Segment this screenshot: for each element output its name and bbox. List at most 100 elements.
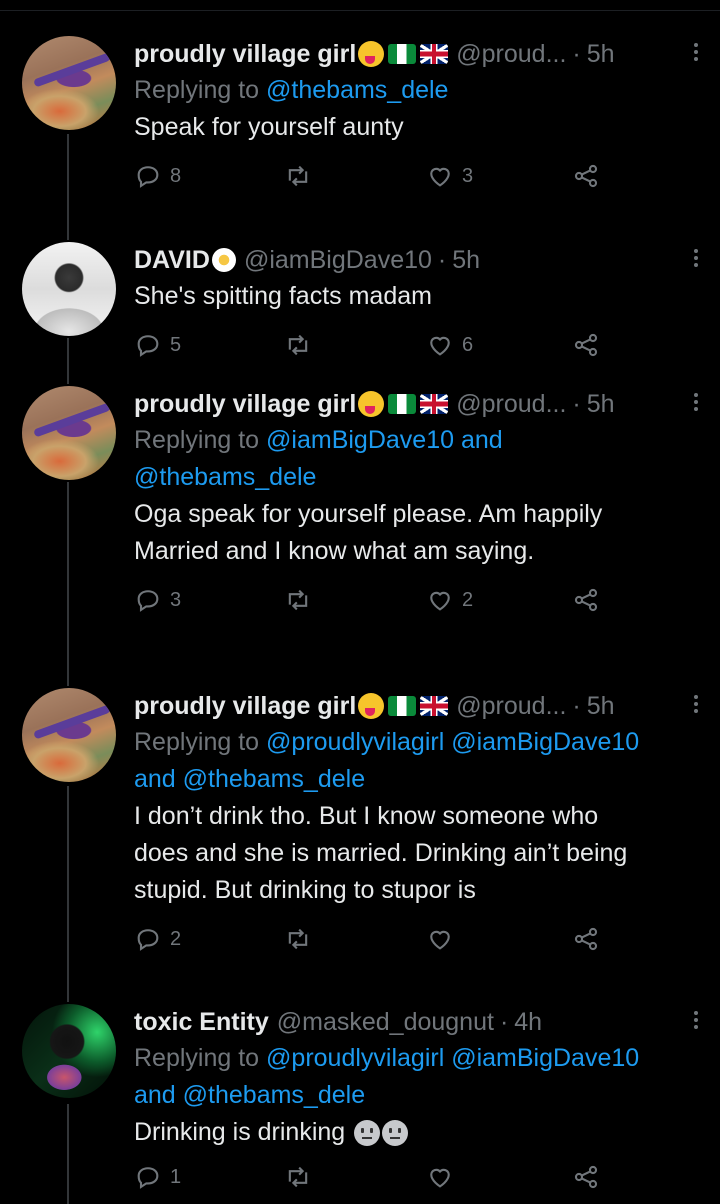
avatar[interactable] — [22, 242, 116, 336]
thread-line — [67, 1104, 69, 1204]
retweet-icon — [288, 589, 308, 611]
reply-button[interactable]: 8 — [134, 162, 181, 190]
nigeria-flag-icon — [388, 394, 417, 414]
display-name[interactable]: DAVID — [134, 242, 210, 278]
tweet-text: Married and I know what am saying. — [134, 537, 535, 565]
share-button[interactable] — [572, 1163, 600, 1191]
action-bar: 2 — [134, 925, 700, 965]
timestamp[interactable]: 5h — [587, 36, 615, 72]
thread-line — [67, 338, 69, 384]
like-count: 6 — [462, 333, 474, 356]
display-name[interactable]: proudly village girl — [134, 386, 356, 422]
thread-line — [67, 786, 69, 1002]
avatar[interactable] — [22, 386, 116, 480]
share-icon — [574, 927, 598, 951]
share-button[interactable] — [572, 586, 600, 614]
display-name[interactable]: proudly village girl — [134, 36, 356, 72]
mention-link[interactable]: and @thebams_dele — [134, 1081, 365, 1109]
mention-link[interactable]: @iamBigDave10 and — [266, 426, 503, 454]
user-handle[interactable]: @proud... — [456, 386, 566, 422]
replying-to: Replying to @iamBigDave10 and — [134, 422, 700, 459]
mention-link[interactable]: @proudlyvilagirl @iamBigDave10 — [266, 1044, 639, 1072]
share-icon — [574, 1165, 598, 1189]
flower-emoji — [211, 248, 236, 272]
like-button[interactable]: 2 — [426, 586, 473, 614]
tweet-text: Drinking is drinking — [134, 1118, 346, 1146]
avatar[interactable] — [22, 1004, 116, 1098]
mention-link[interactable]: @thebams_dele — [266, 76, 448, 104]
mention-link[interactable]: @proudlyvilagirl @iamBigDave10 — [266, 728, 639, 756]
user-handle[interactable]: @proud... — [456, 36, 566, 72]
like-button[interactable]: 6 — [426, 331, 473, 359]
retweet-button[interactable] — [284, 925, 312, 953]
heart-icon — [430, 167, 450, 187]
reply-icon — [137, 1167, 159, 1189]
tweet-text: Oga speak for yourself please. Am happil… — [134, 500, 603, 528]
retweet-button[interactable] — [284, 586, 312, 614]
reply-count: 2 — [170, 927, 182, 950]
more-options-icon[interactable] — [686, 390, 706, 420]
face-with-tongue-emoji — [358, 391, 385, 417]
neutral-face-emoji — [382, 1120, 409, 1147]
more-options-icon[interactable] — [686, 246, 706, 276]
retweet-button[interactable] — [284, 162, 312, 190]
separator-dot: · — [572, 692, 581, 720]
replying-prefix: Replying to — [134, 426, 260, 454]
face-with-tongue-emoji — [358, 693, 385, 719]
like-button[interactable]: 3 — [426, 162, 473, 190]
reply-count: 8 — [170, 164, 182, 187]
reply-icon — [137, 590, 159, 612]
user-handle[interactable]: @proud... — [456, 688, 566, 724]
thread-line — [67, 482, 69, 686]
tweet-text-row: Drinking is drinking — [134, 1114, 700, 1151]
reply-button[interactable]: 3 — [134, 586, 181, 614]
retweet-icon — [288, 1166, 308, 1188]
share-button[interactable] — [572, 331, 600, 359]
tweet-text: stupid. But drinking to stupor is — [134, 876, 476, 904]
user-handle[interactable]: @iamBigDave10 — [244, 242, 432, 278]
user-handle[interactable]: @masked_dougnut — [277, 1004, 494, 1040]
timestamp[interactable]: 5h — [587, 386, 615, 422]
share-icon — [574, 164, 598, 188]
nigeria-flag-icon — [388, 696, 417, 716]
action-bar: 3 2 — [134, 586, 700, 626]
timestamp[interactable]: 5h — [452, 242, 480, 278]
mention-link[interactable]: and @thebams_dele — [134, 765, 365, 793]
more-options-icon[interactable] — [686, 692, 706, 722]
like-button[interactable] — [426, 925, 454, 953]
heart-icon — [430, 591, 450, 611]
replying-prefix: Replying to — [134, 728, 260, 756]
top-divider — [0, 10, 720, 11]
face-with-tongue-emoji — [358, 41, 385, 67]
action-bar: 1 — [134, 1163, 700, 1203]
timestamp[interactable]: 5h — [587, 688, 615, 724]
avatar[interactable] — [22, 36, 116, 130]
reply-button[interactable]: 1 — [134, 1163, 181, 1191]
heart-icon — [430, 1168, 450, 1188]
more-options-icon[interactable] — [686, 40, 706, 70]
replying-to: Replying to @proudlyvilagirl @iamBigDave… — [134, 1040, 700, 1077]
share-icon — [574, 333, 598, 357]
heart-icon — [430, 930, 450, 950]
action-bar: 8 3 — [134, 162, 700, 202]
retweet-button[interactable] — [284, 1163, 312, 1191]
like-count: 2 — [462, 588, 474, 611]
reply-button[interactable]: 5 — [134, 331, 181, 359]
share-button[interactable] — [572, 925, 600, 953]
tweet-text: Speak for yourself aunty — [134, 113, 404, 141]
retweet-button[interactable] — [284, 331, 312, 359]
replying-prefix: Replying to — [134, 1044, 260, 1072]
display-name[interactable]: proudly village girl — [134, 688, 356, 724]
mention-link[interactable]: @thebams_dele — [134, 463, 316, 491]
more-options-icon[interactable] — [686, 1008, 706, 1038]
separator-dot: · — [499, 1008, 509, 1036]
separator-dot: · — [572, 40, 581, 68]
tweet-text: does and she is married. Drinking ain’t … — [134, 839, 628, 867]
share-icon — [574, 588, 598, 612]
share-button[interactable] — [572, 162, 600, 190]
avatar[interactable] — [22, 688, 116, 782]
display-name[interactable]: toxic Entity — [134, 1004, 269, 1040]
timestamp[interactable]: 4h — [514, 1004, 542, 1040]
like-button[interactable] — [426, 1163, 454, 1191]
reply-button[interactable]: 2 — [134, 925, 181, 953]
